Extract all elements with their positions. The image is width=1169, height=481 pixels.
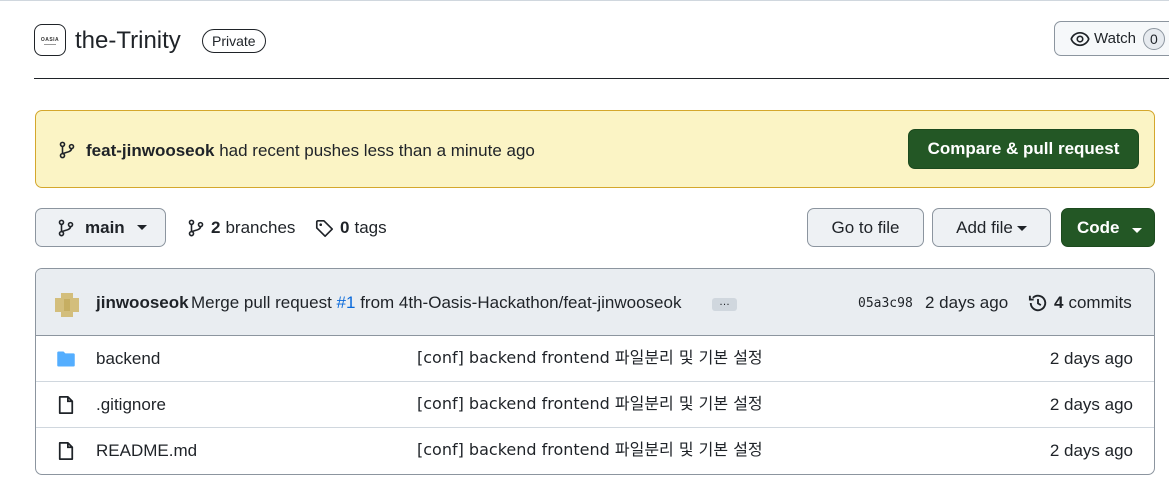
current-branch: main (85, 218, 125, 237)
push-message: had recent pushes less than a minute ago (219, 141, 535, 160)
file-age: 2 days ago (1049, 395, 1133, 414)
go-to-file-button[interactable]: Go to file (807, 208, 924, 247)
chevron-down-icon (136, 225, 147, 230)
pull-request-link[interactable]: #1 (337, 293, 356, 312)
file-age: 2 days ago (1049, 441, 1133, 460)
commit-author-link[interactable]: jinwooseok (96, 292, 189, 314)
file-row[interactable]: README.md [conf] backend frontend 파일분리 및… (36, 428, 1154, 474)
branches-link[interactable]: 2 branches (187, 217, 295, 239)
branches-label: branches (225, 218, 296, 237)
file-name-link[interactable]: backend (96, 348, 160, 370)
file-icon (58, 442, 74, 460)
tag-icon (315, 219, 334, 237)
expand-commit-message-button[interactable]: … (712, 297, 737, 311)
branch-icon (188, 219, 204, 237)
commit-age: 2 days ago (925, 293, 1009, 312)
add-file-label: Add file (956, 218, 1013, 237)
file-commit-message[interactable]: [conf] backend frontend 파일분리 및 기본 설정 (417, 393, 763, 415)
file-name-link[interactable]: README.md (96, 440, 197, 462)
avatar-logo-text: OASIA (40, 37, 60, 43)
file-commit-message[interactable]: [conf] backend frontend 파일분리 및 기본 설정 (417, 439, 763, 461)
repo-name-link[interactable]: the-Trinity (75, 26, 181, 56)
add-file-button[interactable]: Add file (932, 208, 1051, 247)
pushed-branch-name[interactable]: feat-jinwooseok (86, 141, 214, 160)
history-icon (1028, 294, 1047, 312)
code-button[interactable]: Code (1061, 208, 1155, 247)
commits-history-link[interactable]: 4 commits (1028, 292, 1132, 314)
chevron-down-icon (1016, 226, 1027, 232)
folder-icon (57, 351, 75, 367)
top-border (0, 0, 1169, 1)
file-icon (58, 396, 74, 414)
commits-label: commits (1068, 293, 1132, 312)
header-divider (34, 78, 1169, 79)
chevron-down-icon (1131, 228, 1142, 233)
commit-sha-link[interactable]: 05a3c98 (858, 295, 913, 313)
visibility-badge: Private (202, 29, 266, 53)
commits-count: 4 (1054, 293, 1064, 312)
file-age: 2 days ago (1049, 349, 1133, 368)
branch-select-button[interactable]: main (35, 208, 166, 247)
branch-icon (58, 219, 74, 236)
branch-icon (59, 141, 75, 159)
recent-push-banner: feat-jinwooseok had recent pushes less t… (35, 110, 1155, 188)
watch-count: 0 (1142, 27, 1165, 50)
branches-count: 2 (211, 218, 221, 237)
code-label: Code (1077, 218, 1120, 237)
watch-label: Watch (1094, 30, 1136, 47)
tags-link[interactable]: 0 tags (315, 217, 387, 239)
compare-pull-request-button[interactable]: Compare & pull request (908, 129, 1139, 169)
file-row[interactable]: backend [conf] backend frontend 파일분리 및 기… (36, 336, 1154, 382)
author-avatar[interactable] (53, 291, 81, 319)
repo-owner-avatar[interactable]: OASIA (34, 24, 66, 56)
file-browser: jinwooseok Merge pull request #1 from 4t… (35, 268, 1155, 475)
commit-message[interactable]: Merge pull request #1 from 4th-Oasis-Hac… (191, 292, 681, 314)
eye-icon (1070, 31, 1090, 46)
file-row[interactable]: .gitignore [conf] backend frontend 파일분리 … (36, 382, 1154, 428)
tags-label: tags (354, 218, 387, 237)
tags-count: 0 (340, 218, 350, 237)
file-name-link[interactable]: .gitignore (96, 394, 166, 416)
file-commit-message[interactable]: [conf] backend frontend 파일분리 및 기본 설정 (417, 347, 763, 369)
latest-commit-bar: jinwooseok Merge pull request #1 from 4t… (36, 269, 1154, 336)
watch-button[interactable]: Watch 0 (1054, 21, 1169, 56)
